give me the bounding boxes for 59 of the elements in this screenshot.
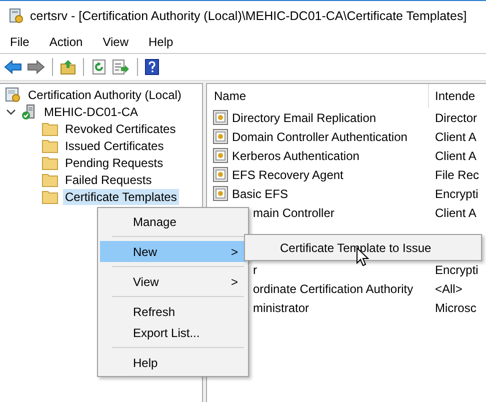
intended-purpose: Client A [434,148,476,162]
intended-purpose: Encrypti [434,262,478,276]
folder-up-icon[interactable] [60,59,76,75]
intended-purpose: <All> [434,282,462,296]
back-arrow-icon[interactable] [4,59,22,75]
menu-item[interactable]: View > [100,271,246,292]
template-name[interactable]: Directory Email Replication [232,110,376,124]
template-name[interactable]: Kerberos Authentication [232,148,360,162]
refresh-icon[interactable] [91,59,107,75]
menu-item[interactable]: Manage [100,211,246,232]
folder-icon [42,138,58,152]
menu-item[interactable]: Help [100,352,246,373]
forward-arrow-icon[interactable] [27,59,45,75]
template-name[interactable]: r [253,262,257,276]
menu-item[interactable]: Help [148,35,174,49]
intended-purpose: Client A [434,130,476,144]
help-icon[interactable] [145,59,159,75]
certificate-template-icon [213,110,228,125]
server-icon [21,104,37,120]
tree-item[interactable]: Issued Certificates [63,138,166,154]
template-name[interactable]: Domain Controller Authentication [232,130,408,144]
tree-item[interactable]: Certificate Templates [63,188,179,204]
folder-icon [42,122,58,136]
tree-item[interactable]: Pending Requests [63,154,166,170]
menu-item[interactable]: View [102,35,128,49]
template-name[interactable]: ministrator [253,300,310,314]
template-name[interactable]: Basic EFS [232,186,288,200]
folder-icon [42,156,58,170]
menu-item[interactable]: Action [49,35,83,49]
tree-item[interactable]: MEHIC-DC01-CA [42,104,140,120]
certificate-authority-icon [5,86,21,102]
tree-item[interactable]: Certification Authority (Local) [26,86,184,102]
app-icon [8,8,24,24]
certificate-template-icon [213,186,228,201]
intended-purpose: Encrypti [434,186,478,200]
intended-purpose: Director [434,110,478,124]
export-list-icon[interactable] [112,59,130,75]
menu-item[interactable]: New > [100,241,246,262]
folder-icon [42,172,58,186]
menu-item[interactable]: Certificate Template to Issue [247,237,479,258]
menu-item[interactable]: File [10,35,30,49]
menu-item[interactable]: Refresh [100,301,246,322]
tree-item[interactable]: Revoked Certificates [63,120,178,136]
intended-purpose: Microsc [434,300,476,314]
column-header[interactable]: Intende [429,89,476,103]
template-name[interactable]: main Controller [253,206,334,220]
certificate-template-icon [213,167,228,182]
window-title: certsrv - [Certification Authority (Local)\MEHIC-DC01-CA\Certificate Templates] [30,9,467,23]
intended-purpose: File Rec [434,168,480,182]
tree-item[interactable]: Failed Requests [63,172,154,188]
template-name[interactable]: EFS Recovery Agent [232,168,344,182]
menu-item[interactable]: Export List... [100,322,246,343]
template-name[interactable]: ordinate Certification Authority [253,282,414,296]
certificate-template-icon [213,148,228,163]
certificate-template-icon [213,129,228,144]
column-header[interactable]: Name [207,84,429,108]
folder-icon [42,190,58,204]
chevron-icon[interactable] [6,106,16,116]
intended-purpose: Client A [434,206,476,220]
